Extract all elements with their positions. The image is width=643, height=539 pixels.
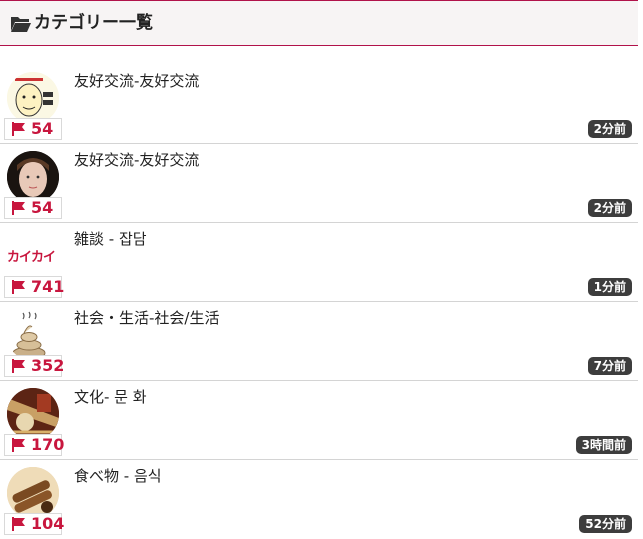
post-count: 170 [31, 435, 65, 454]
post-count-badge: 170 [4, 434, 65, 456]
category-thumbnail [7, 72, 59, 124]
poop-icon [12, 311, 46, 360]
post-count-badge: 352 [4, 355, 65, 377]
category-item[interactable]: 104 食べ物 - 음식 52分前 [0, 461, 638, 539]
category-thumbnail [7, 309, 59, 361]
flag-icon [12, 359, 25, 373]
category-item[interactable]: カイカイ 741 雑談 - 잡담 1分前 [0, 224, 638, 302]
flag-icon [12, 280, 25, 294]
flag-icon [12, 201, 25, 215]
post-count-badge: 54 [4, 197, 62, 219]
post-count-badge: 54 [4, 118, 62, 140]
category-title[interactable]: 文化- 문 화 [74, 388, 147, 406]
updated-time-badge: 1分前 [587, 278, 632, 296]
category-title[interactable]: 友好交流-友好交流 [74, 151, 199, 169]
category-title[interactable]: 社会・生活-社会/生活 [74, 309, 219, 327]
post-count: 54 [31, 198, 54, 217]
category-thumbnail [7, 467, 59, 519]
category-title[interactable]: 友好交流-友好交流 [74, 72, 199, 90]
culture-photo [7, 388, 59, 440]
page-title: カテゴリー一覧 [34, 13, 153, 33]
page-header: カテゴリー一覧 [0, 0, 638, 46]
updated-time-badge: 52分前 [579, 515, 632, 533]
post-count: 741 [31, 277, 65, 296]
category-title[interactable]: 雑談 - 잡담 [74, 230, 147, 248]
category-item[interactable]: 54 友好交流-友好交流 2分前 [0, 145, 638, 223]
portrait-image [7, 151, 59, 203]
category-item[interactable]: 170 文化- 문 화 3時間前 [0, 382, 638, 460]
kaikai-logo: カイカイ [7, 250, 56, 265]
flag-icon [12, 517, 25, 531]
food-photo [7, 467, 59, 519]
category-thumbnail [7, 388, 59, 440]
folder-open-icon [11, 17, 31, 32]
updated-time-badge: 2分前 [587, 199, 632, 217]
flag-icon [12, 438, 25, 452]
face-icon [7, 72, 59, 124]
category-thumbnail [7, 151, 59, 203]
post-count: 54 [31, 119, 54, 138]
category-thumbnail: カイカイ [7, 230, 59, 282]
post-count-badge: 741 [4, 276, 65, 298]
category-title[interactable]: 食べ物 - 음식 [74, 467, 162, 485]
category-item[interactable]: 352 社会・生活-社会/生活 7分前 [0, 303, 638, 381]
updated-time-badge: 2分前 [587, 120, 632, 138]
flag-icon [12, 122, 25, 136]
post-count-badge: 104 [4, 513, 65, 535]
category-item[interactable]: 54 友好交流-友好交流 2分前 [0, 66, 638, 144]
post-count: 352 [31, 356, 65, 375]
post-count: 104 [31, 514, 65, 533]
updated-time-badge: 3時間前 [575, 436, 632, 454]
updated-time-badge: 7分前 [587, 357, 632, 375]
